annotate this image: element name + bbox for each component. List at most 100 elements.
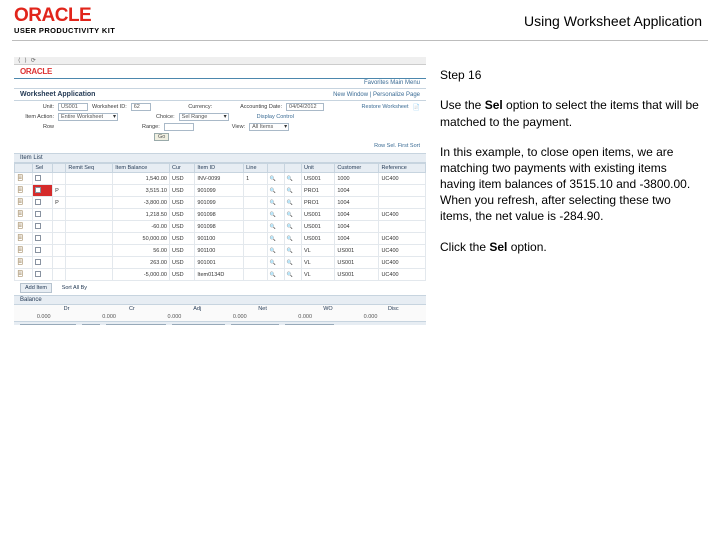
sel-checkbox[interactable] xyxy=(35,271,41,277)
lookup-icon[interactable]: 🔍 xyxy=(270,272,276,278)
summary-header xyxy=(14,305,34,313)
table-cell[interactable] xyxy=(33,197,53,209)
display-control-link[interactable]: Display Control xyxy=(257,114,294,120)
lookup-icon[interactable]: 🔍 xyxy=(287,260,293,266)
table-cell[interactable] xyxy=(33,245,53,257)
lookup-icon[interactable]: 🔍 xyxy=(287,200,293,206)
sel-checkbox[interactable] xyxy=(35,199,41,205)
filter-form: Unit: US001 Worksheet ID: 62 Currency: A… xyxy=(14,101,426,153)
table-row: 50,000.00USD901100🔍🔍US0011004UC400 xyxy=(15,233,426,245)
table-cell xyxy=(66,209,113,221)
footer-button[interactable]: Reduced Selection xyxy=(20,324,76,325)
table-cell[interactable] xyxy=(33,233,53,245)
acctg-date-field[interactable]: 04/04/2012 xyxy=(286,103,324,111)
lookup-icon[interactable]: 🔍 xyxy=(270,200,276,206)
sel-checkbox[interactable] xyxy=(35,235,41,241)
lookup-icon[interactable]: 🔍 xyxy=(287,272,293,278)
footer-button[interactable]: Attach Items (0) xyxy=(231,324,280,325)
table-row: 1,540.00USDINV-00991🔍🔍US0011000UC400 xyxy=(15,173,426,185)
lookup-icon[interactable]: 🔍 xyxy=(287,176,293,182)
table-cell xyxy=(244,233,268,245)
table-cell: US001 xyxy=(302,233,335,245)
lookup-icon[interactable]: 🔍 xyxy=(270,176,276,182)
choice-dropdown[interactable]: Sel Range xyxy=(179,113,229,121)
lookup-icon[interactable]: 🔍 xyxy=(270,248,276,254)
document-icon[interactable] xyxy=(17,222,24,229)
lookup-icon[interactable]: 🔍 xyxy=(287,236,293,242)
table-cell[interactable] xyxy=(33,185,53,197)
restore-icon[interactable]: 📄 xyxy=(413,104,420,111)
restore-link[interactable]: Restore Worksheet xyxy=(362,104,409,110)
document-icon[interactable] xyxy=(17,186,24,193)
footer-button[interactable]: Go xyxy=(82,324,99,325)
table-cell xyxy=(53,269,66,281)
document-icon[interactable] xyxy=(17,258,24,265)
table-cell xyxy=(66,269,113,281)
table-cell: VL xyxy=(302,257,335,269)
table-cell[interactable] xyxy=(33,173,53,185)
sel-term: Sel xyxy=(485,98,503,112)
sel-checkbox[interactable] xyxy=(35,211,41,217)
table-cell: 1004 xyxy=(335,197,379,209)
sel-checkbox[interactable] xyxy=(35,223,41,229)
lookup-icon[interactable]: 🔍 xyxy=(270,236,276,242)
add-item-button[interactable]: Add Item xyxy=(20,283,52,293)
table-cell: UC400 xyxy=(379,245,426,257)
table-cell xyxy=(15,209,33,221)
table-cell[interactable] xyxy=(33,209,53,221)
summary-value xyxy=(14,313,34,321)
table-cell: 1004 xyxy=(335,209,379,221)
range-field[interactable] xyxy=(164,123,194,131)
go-button[interactable]: Go xyxy=(154,133,169,141)
lookup-icon[interactable]: 🔍 xyxy=(270,224,276,230)
table-cell[interactable] xyxy=(33,257,53,269)
table-col-header xyxy=(53,164,66,173)
table-cell: USD xyxy=(169,245,194,257)
page-actions-link[interactable]: New Window | Personalize Page xyxy=(333,92,420,98)
document-icon[interactable] xyxy=(17,174,24,181)
sel-checkbox[interactable] xyxy=(35,175,41,181)
lookup-icon[interactable]: 🔍 xyxy=(270,260,276,266)
table-cell: US001 xyxy=(335,269,379,281)
step-label: Step 16 xyxy=(440,67,702,83)
row-sort-link[interactable]: Row Sel. First Sort xyxy=(374,143,420,149)
table-cell xyxy=(15,233,33,245)
table-cell[interactable] xyxy=(33,269,53,281)
table-cell: PRO1 xyxy=(302,185,335,197)
table-cell: 3,515.10 xyxy=(113,185,170,197)
lookup-icon[interactable]: 🔍 xyxy=(287,248,293,254)
sel-checkbox[interactable] xyxy=(35,187,41,193)
table-cell xyxy=(53,233,66,245)
table-cell xyxy=(53,209,66,221)
summary-value: 0.000 xyxy=(295,313,360,321)
lookup-icon[interactable]: 🔍 xyxy=(270,188,276,194)
footer-button[interactable]: Worksheet Action xyxy=(172,324,225,325)
document-icon[interactable] xyxy=(17,198,24,205)
sel-checkbox[interactable] xyxy=(35,247,41,253)
table-cell: 🔍 xyxy=(284,209,301,221)
sel-checkbox[interactable] xyxy=(35,259,41,265)
table-cell: 1,218.50 xyxy=(113,209,170,221)
lookup-icon[interactable]: 🔍 xyxy=(287,224,293,230)
footer-button[interactable]: Worksheet Selection xyxy=(106,324,166,325)
table-cell xyxy=(244,197,268,209)
unit-field[interactable]: US001 xyxy=(58,103,88,111)
table-cell xyxy=(244,185,268,197)
footer-button[interactable]: View Audit Logs xyxy=(285,324,334,325)
lookup-icon[interactable]: 🔍 xyxy=(287,212,293,218)
lookup-icon[interactable]: 🔍 xyxy=(287,188,293,194)
document-icon[interactable] xyxy=(17,234,24,241)
worksheet-id-field[interactable]: 62 xyxy=(131,103,151,111)
table-col-header: Sel xyxy=(33,164,53,173)
document-icon[interactable] xyxy=(17,210,24,217)
table-cell xyxy=(15,221,33,233)
view-dropdown[interactable]: All Items xyxy=(249,123,289,131)
table-cell: PRO1 xyxy=(302,197,335,209)
document-icon[interactable] xyxy=(17,270,24,277)
instruction-text: Use the xyxy=(440,98,485,112)
table-cell[interactable] xyxy=(33,221,53,233)
item-action-dropdown[interactable]: Entire Worksheet xyxy=(58,113,118,121)
table-cell xyxy=(15,245,33,257)
lookup-icon[interactable]: 🔍 xyxy=(270,212,276,218)
document-icon[interactable] xyxy=(17,246,24,253)
